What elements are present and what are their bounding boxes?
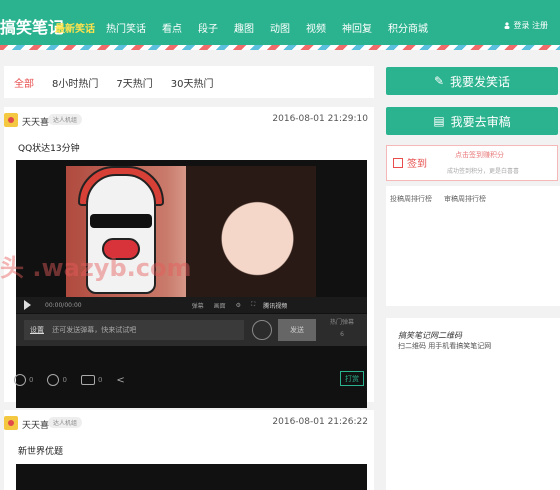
video-quality[interactable]: 画面 bbox=[214, 301, 226, 310]
hot-danmaku[interactable]: 热门弹幕 6 bbox=[322, 317, 362, 341]
nav-item-videos[interactable]: 视频 bbox=[306, 20, 326, 35]
post-joke-button[interactable]: ✎ 我要发笑话 bbox=[386, 67, 558, 95]
avatar[interactable] bbox=[4, 113, 18, 127]
post-title[interactable]: QQ状达13分钟 bbox=[18, 141, 80, 154]
video-time: 00:00/00:00 bbox=[45, 301, 82, 309]
tab-submission-ranking[interactable]: 投稿周排行榜 bbox=[390, 194, 432, 204]
signin-panel: 签到 点击签到赚积分 成功签到积分，更是白喜喜 bbox=[386, 145, 558, 181]
play-icon[interactable] bbox=[24, 300, 31, 310]
nav-item-points-mall[interactable]: 积分商城 bbox=[388, 20, 428, 35]
main-nav: 热门笑话 看点 段子 趣图 动图 视频 神回复 积分商城 bbox=[106, 20, 444, 35]
smile-face-icon bbox=[14, 374, 26, 386]
like-action[interactable]: 0 bbox=[14, 374, 33, 386]
post-title[interactable]: 新世界优题 bbox=[18, 444, 63, 457]
nav-item-funny-pics[interactable]: 趣图 bbox=[234, 20, 254, 35]
tencent-video-brand[interactable]: 腾讯视频 bbox=[263, 301, 287, 310]
calendar-icon bbox=[393, 157, 403, 168]
nav-item-gifs[interactable]: 动图 bbox=[270, 20, 290, 35]
qr-description: 扫二维码 用手机看搞笑笔记网 bbox=[398, 342, 492, 350]
login-label: 登录 注册 bbox=[513, 21, 548, 30]
comment-icon bbox=[80, 375, 95, 385]
hot-danmaku-count: 6 bbox=[340, 331, 344, 338]
video-controls: 00:00/00:00 弹幕 画面 ⚙ ⛶ 腾讯视频 bbox=[16, 297, 367, 313]
signin-subhint: 成功签到积分，更是白喜喜 bbox=[447, 168, 520, 175]
post-actions: 0 0 0 < 打赏 bbox=[14, 371, 364, 389]
danmaku-placeholder: 还可发送弹幕，快来试试吧 bbox=[52, 326, 137, 334]
document-icon: ▤ bbox=[433, 114, 445, 128]
signin-hint: 点击签到赚积分 bbox=[455, 151, 504, 159]
fullscreen-icon[interactable]: ⛶ bbox=[251, 301, 255, 309]
nav-item-highlights[interactable]: 看点 bbox=[162, 20, 182, 35]
qr-code-panel: 搞笑笔记网二维码 扫二维码 用手机看搞笑笔记网 bbox=[386, 318, 560, 490]
share-icon[interactable]: < bbox=[116, 375, 124, 386]
nav-item-god-replies[interactable]: 神回复 bbox=[342, 20, 372, 35]
dislike-count: 0 bbox=[62, 376, 67, 384]
login-register-link[interactable]: 登录 注册 bbox=[504, 20, 548, 31]
header-stripe-divider bbox=[0, 45, 560, 50]
nav-item-stories[interactable]: 段子 bbox=[198, 20, 218, 35]
video-frame[interactable] bbox=[66, 166, 316, 298]
post-joke-label: 我要发笑话 bbox=[450, 74, 511, 89]
danmaku-input[interactable]: 设置 还可发送弹幕，快来试试吧 bbox=[24, 320, 244, 340]
nav-item-hot-jokes[interactable]: 热门笑话 bbox=[106, 20, 146, 35]
girl-portrait bbox=[186, 166, 316, 298]
post-username[interactable]: 天天喜 bbox=[22, 115, 49, 128]
danmaku-settings-link[interactable]: 设置 bbox=[30, 326, 44, 334]
sad-face-icon bbox=[47, 374, 60, 386]
like-count: 0 bbox=[29, 376, 34, 384]
ranking-panel: 投稿周排行榜 审稿周排行榜 bbox=[386, 186, 560, 306]
danmaku-send-button[interactable]: 发送 bbox=[278, 319, 316, 341]
tab-review-ranking[interactable]: 审稿周排行榜 bbox=[444, 194, 486, 204]
tab-7d-hot[interactable]: 7天热门 bbox=[116, 75, 152, 90]
pencil-icon: ✎ bbox=[433, 74, 445, 88]
settings-icon[interactable]: ⚙ bbox=[236, 302, 241, 309]
danmaku-bar: 设置 还可发送弹幕，快来试试吧 发送 热门弹幕 6 bbox=[16, 314, 367, 346]
smile-icon[interactable] bbox=[252, 320, 272, 340]
danmaku-toggle[interactable]: 弹幕 bbox=[192, 301, 204, 310]
hot-danmaku-label: 热门弹幕 bbox=[329, 319, 354, 326]
post-username[interactable]: 天天喜 bbox=[22, 418, 49, 431]
tab-30d-hot[interactable]: 30天热门 bbox=[171, 75, 214, 90]
signin-button[interactable]: 签到 bbox=[393, 155, 427, 170]
filter-tabs: 全部 8小时热门 7天热门 30天热门 bbox=[4, 66, 374, 98]
review-button[interactable]: ▤ 我要去审稿 bbox=[386, 107, 558, 135]
qr-title: 搞笑笔记网二维码 bbox=[398, 331, 462, 340]
reward-button[interactable]: 打赏 bbox=[340, 371, 364, 386]
user-badge: 达人机组 bbox=[48, 114, 83, 125]
dislike-action[interactable]: 0 bbox=[47, 374, 67, 386]
comment-action[interactable]: 0 bbox=[80, 375, 103, 385]
review-label: 我要去审稿 bbox=[450, 114, 511, 129]
top-bar: 搞笑笔记 最新笑话 热门笑话 看点 段子 趣图 动图 视频 神回复 积分商城 登… bbox=[0, 0, 560, 50]
tab-8h-hot[interactable]: 8小时热门 bbox=[52, 75, 98, 90]
comment-count: 0 bbox=[97, 376, 103, 384]
user-icon bbox=[504, 22, 510, 29]
post-timestamp: 2016-08-01 21:29:10 bbox=[272, 114, 368, 124]
logo-subtitle[interactable]: 最新笑话 bbox=[55, 20, 95, 35]
avatar[interactable] bbox=[4, 416, 18, 430]
signin-label: 签到 bbox=[407, 159, 427, 170]
sunglasses bbox=[90, 214, 152, 228]
post-card: 天天喜 达人机组 2016-08-01 21:26:22 新世界优题 bbox=[4, 410, 374, 490]
post-timestamp: 2016-08-01 21:26:22 bbox=[272, 417, 368, 427]
opera-mask-face bbox=[86, 174, 156, 294]
ranking-tabs: 投稿周排行榜 审稿周排行榜 bbox=[390, 194, 486, 204]
tab-all[interactable]: 全部 bbox=[14, 75, 34, 90]
post-card: 天天喜 达人机组 2016-08-01 21:29:10 QQ状达13分钟 00… bbox=[4, 107, 374, 408]
video-player[interactable] bbox=[16, 464, 367, 490]
laughing-mouth bbox=[102, 238, 140, 260]
user-badge: 达人机组 bbox=[48, 417, 83, 428]
